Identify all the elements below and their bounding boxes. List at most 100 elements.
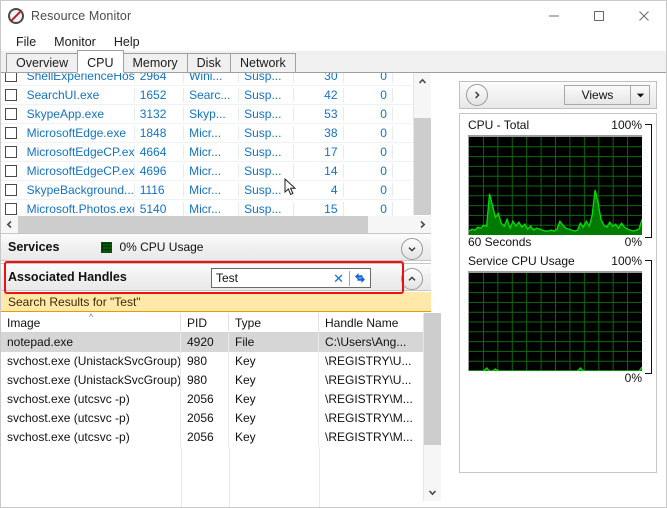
service-cpu-title: Service CPU Usage xyxy=(468,254,575,268)
tab-network[interactable]: Network xyxy=(229,53,296,73)
chevron-down-icon[interactable] xyxy=(631,92,649,99)
handle-name: \REGISTRY\M... xyxy=(319,428,431,447)
handles-vertical-scrollbar[interactable] xyxy=(423,313,441,501)
process-pid: 1116 xyxy=(135,183,185,197)
scroll-right-icon[interactable] xyxy=(414,216,431,233)
table-row[interactable]: svchost.exe (utcsvc -p) 2056 Key \REGISTRY\… xyxy=(1,428,431,447)
clear-search-icon[interactable]: ✕ xyxy=(328,272,349,285)
process-checkbox[interactable] xyxy=(1,73,22,82)
process-description: Wini... xyxy=(184,73,240,83)
handles-scroll-thumb[interactable] xyxy=(424,313,441,445)
process-threads: 30 xyxy=(294,73,344,83)
table-row[interactable]: ShellExperienceHost...2964Wini...Susp...… xyxy=(1,73,431,86)
resource-monitor-window: Resource Monitor File Monitor Help Overv… xyxy=(0,0,667,508)
process-image: MicrosoftEdgeCP.exe xyxy=(22,145,135,159)
process-checkbox[interactable] xyxy=(1,165,22,177)
services-cpu-usage: 0% CPU Usage xyxy=(119,240,204,254)
window-title: Resource Monitor xyxy=(31,9,132,23)
table-row[interactable]: notepad.exe 4920 File C:\Users\Ang... xyxy=(1,333,431,352)
process-checkbox[interactable] xyxy=(1,127,22,139)
close-button[interactable] xyxy=(621,1,666,31)
processes-vertical-scrollbar[interactable] xyxy=(413,73,431,215)
views-button[interactable]: Views xyxy=(564,85,650,105)
hscroll-thumb[interactable] xyxy=(18,216,368,233)
processes-scroll-thumb[interactable] xyxy=(414,118,431,215)
process-image: ShellExperienceHost... xyxy=(22,73,135,83)
table-row[interactable]: SearchUI.exe1652Searc...Susp...4200 xyxy=(1,86,431,105)
handle-search-input[interactable]: Test ✕ xyxy=(211,268,371,288)
process-pid: 4664 xyxy=(135,145,185,159)
service-cpu-min-label: 0% xyxy=(624,371,642,385)
handles-collapse-button[interactable] xyxy=(401,268,423,290)
cpu-total-chart xyxy=(468,135,642,235)
process-cpu: 0 xyxy=(344,164,393,178)
hscroll-track[interactable] xyxy=(18,216,414,233)
scroll-down-icon[interactable] xyxy=(424,484,441,501)
graphs-panel: CPU - Total 100% 60 Seconds 0% Service C… xyxy=(459,113,657,473)
tab-cpu[interactable]: CPU xyxy=(77,50,124,73)
process-status: Susp... xyxy=(239,107,295,121)
process-threads: 53 xyxy=(294,107,344,121)
menu-item-monitor[interactable]: Monitor xyxy=(45,33,105,51)
table-row[interactable]: svchost.exe (utcsvc -p) 2056 Key \REGISTRY\… xyxy=(1,409,431,428)
process-description: Micr... xyxy=(184,202,240,216)
tab-overview[interactable]: Overview xyxy=(6,53,79,73)
menu-item-file[interactable]: File xyxy=(7,33,45,51)
process-threads: 15 xyxy=(294,202,344,216)
column-header-type[interactable]: Type xyxy=(229,312,319,333)
scroll-up-icon[interactable] xyxy=(414,73,431,90)
process-status: Susp... xyxy=(239,145,295,159)
process-status: Susp... xyxy=(239,183,295,197)
processes-list[interactable]: ShellExperienceHost...2964Wini...Susp...… xyxy=(1,73,453,233)
column-header-pid[interactable]: PID xyxy=(181,312,229,333)
processes-rows: ShellExperienceHost...2964Wini...Susp...… xyxy=(1,73,431,233)
process-cpu: 0 xyxy=(344,202,393,216)
process-checkbox[interactable] xyxy=(1,89,22,101)
handles-title: Associated Handles xyxy=(8,270,127,284)
tab-memory[interactable]: Memory xyxy=(122,53,188,73)
process-checkbox[interactable] xyxy=(1,203,22,215)
table-row[interactable]: svchost.exe (UnistackSvcGroup) 980 Key \REG… xyxy=(1,352,431,371)
cpu-total-xlabel: 60 Seconds xyxy=(468,235,532,249)
handles-section-header[interactable]: Associated Handles Test ✕ xyxy=(1,263,431,291)
minimize-button[interactable] xyxy=(531,1,576,31)
process-pid: 1848 xyxy=(135,126,185,140)
process-checkbox[interactable] xyxy=(1,108,22,120)
services-section-header[interactable]: Services 0% CPU Usage xyxy=(1,233,431,261)
table-row[interactable]: SkypeBackground...1116Micr...Susp...400 xyxy=(1,181,431,200)
process-checkbox[interactable] xyxy=(1,184,22,196)
window-controls xyxy=(531,1,666,31)
table-row[interactable]: svchost.exe (UnistackSvcGroup) 980 Key \REG… xyxy=(1,371,431,390)
table-row[interactable]: MicrosoftEdge.exe1848Micr...Susp...3800 xyxy=(1,124,431,143)
service-cpu-range-bracket xyxy=(645,260,652,374)
process-image: SearchUI.exe xyxy=(22,88,135,102)
expand-panel-button[interactable] xyxy=(466,84,488,106)
table-row[interactable]: MicrosoftEdgeCP.exe 4664 Micr... Susp... 17 0… xyxy=(1,143,431,162)
cpu-total-title: CPU - Total xyxy=(468,118,530,132)
table-row[interactable]: SkypeApp.exe3132Skyp...Susp...5300 xyxy=(1,105,431,124)
table-row[interactable]: svchost.exe (utcsvc -p) 2056 Key \REGISTRY\… xyxy=(1,390,431,409)
tab-strip: Overview CPU Memory Disk Network xyxy=(1,50,666,73)
column-header-handle-name[interactable]: Handle Name xyxy=(319,312,431,333)
process-checkbox[interactable] xyxy=(1,146,22,158)
handles-table-header[interactable]: Image PID Type Handle Name ^ xyxy=(1,312,431,333)
processes-horizontal-scrollbar[interactable] xyxy=(1,216,431,233)
menu-item-help[interactable]: Help xyxy=(105,33,149,51)
cpu-total-range-bracket xyxy=(645,124,652,238)
tab-disk[interactable]: Disk xyxy=(186,53,231,73)
handles-table[interactable]: Image PID Type Handle Name ^ notepad.exe… xyxy=(1,312,453,507)
process-pid: 4696 xyxy=(135,164,185,178)
table-row[interactable]: MicrosoftEdgeCP.exe 4696 Micr... Susp... 14 0… xyxy=(1,162,431,181)
handle-search-value[interactable]: Test xyxy=(212,271,328,285)
process-cpu: 0 xyxy=(344,88,393,102)
column-rule xyxy=(229,447,230,507)
handle-pid: 2056 xyxy=(181,409,229,428)
maximize-button[interactable] xyxy=(576,1,621,31)
search-results-banner: Search Results for "Test" xyxy=(1,292,431,312)
services-collapse-button[interactable] xyxy=(401,238,423,260)
scroll-left-icon[interactable] xyxy=(1,216,18,233)
process-status: Susp... xyxy=(239,164,295,178)
refresh-icon[interactable] xyxy=(350,271,370,285)
process-cpu: 0 xyxy=(344,145,393,159)
service-cpu-chart xyxy=(468,271,642,371)
